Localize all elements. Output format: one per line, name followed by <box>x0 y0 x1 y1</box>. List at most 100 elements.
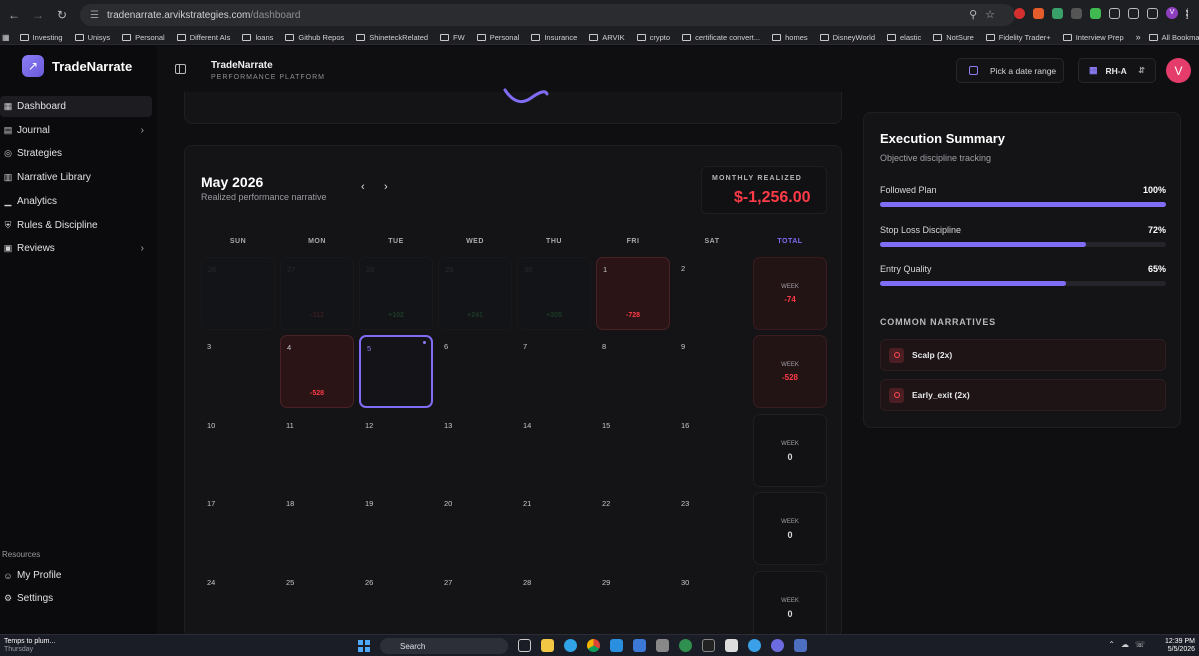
extension-icon[interactable] <box>1033 7 1044 19</box>
app-icon[interactable] <box>725 639 738 652</box>
bookmark-item[interactable]: Investing <box>19 33 63 42</box>
week-total[interactable]: WEEK 0 <box>753 414 827 487</box>
bookmark-item[interactable]: Fidelity Trader+ <box>985 33 1051 42</box>
calendar-day[interactable]: 5 <box>359 335 433 408</box>
chrome-icon[interactable] <box>587 639 600 652</box>
calendar-day[interactable]: 21 <box>517 492 591 565</box>
week-total[interactable]: WEEK -528 <box>753 335 827 408</box>
calendar-day[interactable]: 7 <box>517 335 591 408</box>
bookmark-item[interactable]: certificate convert... <box>682 33 760 42</box>
extension-icon[interactable] <box>1014 7 1025 19</box>
sidebar-item-reviews[interactable]: ▣ Reviews › <box>0 238 152 259</box>
calendar-day[interactable]: 24 <box>201 571 275 636</box>
calendar-day[interactable]: 12 <box>359 414 433 487</box>
sidebar-item-analytics[interactable]: ▁ Analytics <box>0 191 152 212</box>
calendar-day[interactable]: 30 <box>675 571 749 636</box>
calendar-day[interactable]: 20 <box>438 492 512 565</box>
sidebar-item-journal[interactable]: ▤ Journal › <box>0 120 152 141</box>
calendar-day[interactable]: 27 <box>438 571 512 636</box>
vscode-icon[interactable] <box>610 639 623 652</box>
narrative-item[interactable]: Scalp (2x) <box>880 339 1166 371</box>
extension-icon[interactable] <box>1052 7 1063 19</box>
file-explorer-icon[interactable] <box>541 639 554 652</box>
calendar-day[interactable]: 11 <box>280 414 354 487</box>
bookmark-item[interactable]: DisneyWorld <box>819 33 875 42</box>
taskbar-clock[interactable]: 12:39 PM 5/5/2026 <box>1165 638 1195 654</box>
week-total[interactable]: WEEK 0 <box>753 571 827 636</box>
app-icon[interactable] <box>771 639 784 652</box>
bookmark-item[interactable]: elastic <box>887 33 921 42</box>
calendar-day[interactable]: 29 <box>596 571 670 636</box>
app-icon[interactable] <box>794 639 807 652</box>
narrative-item[interactable]: Early_exit (2x) <box>880 379 1166 411</box>
calendar-day[interactable]: 3 <box>201 335 275 408</box>
sidebar-item-my-profile[interactable]: ☺ My Profile <box>0 565 152 586</box>
windows-start-icon[interactable] <box>358 640 370 652</box>
calendar-day[interactable]: 17 <box>201 492 275 565</box>
app-icon[interactable] <box>748 639 761 652</box>
task-view-icon[interactable] <box>518 639 531 652</box>
calendar-day[interactable]: 28 +102 <box>359 257 433 330</box>
calendar-day[interactable]: 30 +305 <box>517 257 591 330</box>
sidebar-item-strategies[interactable]: ◎ Strategies <box>0 143 152 164</box>
prev-month-icon[interactable]: ‹ <box>361 181 365 193</box>
bookmark-item[interactable]: Personal <box>122 33 165 42</box>
calendar-day[interactable]: 26 <box>201 257 275 330</box>
calendar-day[interactable]: 28 <box>517 571 591 636</box>
app-icon[interactable] <box>679 639 692 652</box>
app-icon[interactable] <box>633 639 646 652</box>
week-total[interactable]: WEEK -74 <box>753 257 827 330</box>
sidebar-item-dashboard[interactable]: ▦ Dashboard <box>0 96 152 117</box>
bookmark-item[interactable]: Different AIs <box>176 33 230 42</box>
forward-icon[interactable]: → <box>28 8 48 22</box>
bookmark-item[interactable]: homes <box>772 33 808 42</box>
calendar-day[interactable]: 4 -528 <box>280 335 354 408</box>
calendar-day[interactable]: 29 +241 <box>438 257 512 330</box>
user-avatar[interactable]: V <box>1166 58 1191 83</box>
calendar-day[interactable]: 19 <box>359 492 433 565</box>
calendar-day[interactable]: 6 <box>438 335 512 408</box>
extension-icon[interactable] <box>1071 7 1082 19</box>
next-month-icon[interactable]: › <box>384 181 388 193</box>
calendar-day[interactable]: 13 <box>438 414 512 487</box>
calendar-day[interactable]: 2 <box>675 257 749 330</box>
address-bar[interactable]: ☰ tradenarrate.arvikstrategies.com/dashb… <box>80 4 1015 26</box>
back-icon[interactable]: ← <box>4 8 24 22</box>
bookmark-item[interactable]: Interview Prep <box>1062 33 1124 42</box>
sidebar-icon[interactable] <box>1128 7 1139 19</box>
apps-grid-icon[interactable]: ▦ <box>2 33 10 42</box>
bookmark-item[interactable]: Github Repos <box>285 33 344 42</box>
bookmark-item[interactable]: loans <box>242 33 273 42</box>
calendar-day[interactable]: 22 <box>596 492 670 565</box>
calendar-day[interactable]: 10 <box>201 414 275 487</box>
bookmark-item[interactable]: crypto <box>636 33 670 42</box>
extension-icon[interactable] <box>1090 7 1101 19</box>
calendar-day[interactable]: 23 <box>675 492 749 565</box>
calendar-day[interactable]: 27 -312 <box>280 257 354 330</box>
puzzle-icon[interactable] <box>1109 7 1120 19</box>
account-selector[interactable]: ▦ RH-A ⇵ <box>1078 58 1156 83</box>
sidebar-toggle-icon[interactable] <box>175 64 186 74</box>
zoom-bookmark-icons[interactable]: ⚲☆ <box>969 8 1003 21</box>
bookmark-item[interactable]: NotSure <box>933 33 974 42</box>
sidebar-item-settings[interactable]: ⚙ Settings <box>0 588 152 609</box>
sidebar-item-narrative-library[interactable]: ▥ Narrative Library <box>0 167 152 188</box>
calendar-day[interactable]: 14 <box>517 414 591 487</box>
bookmark-item[interactable]: Insurance <box>531 33 577 42</box>
sidebar-item-rules-discipline[interactable]: ⛨ Rules & Discipline <box>0 215 152 236</box>
app-icon[interactable] <box>656 639 669 652</box>
bookmark-item[interactable]: Personal <box>476 33 519 42</box>
app-icon[interactable] <box>702 639 715 652</box>
profile-avatar[interactable]: V <box>1166 7 1178 19</box>
calendar-day[interactable]: 1 -728 <box>596 257 670 330</box>
calendar-day[interactable]: 9 <box>675 335 749 408</box>
bookmark-item[interactable]: Unisys <box>74 33 110 42</box>
week-total[interactable]: WEEK 0 <box>753 492 827 565</box>
site-info-icon[interactable]: ☰ <box>90 10 99 21</box>
menu-icon[interactable] <box>1186 7 1189 19</box>
taskbar-search[interactable]: Search <box>380 638 508 654</box>
bookmark-item[interactable]: ShineteckRelated <box>356 33 428 42</box>
calendar-day[interactable]: 18 <box>280 492 354 565</box>
bookmark-item[interactable]: ARVIK <box>589 33 625 42</box>
bookmarks-overflow-icon[interactable]: » <box>1136 32 1141 42</box>
